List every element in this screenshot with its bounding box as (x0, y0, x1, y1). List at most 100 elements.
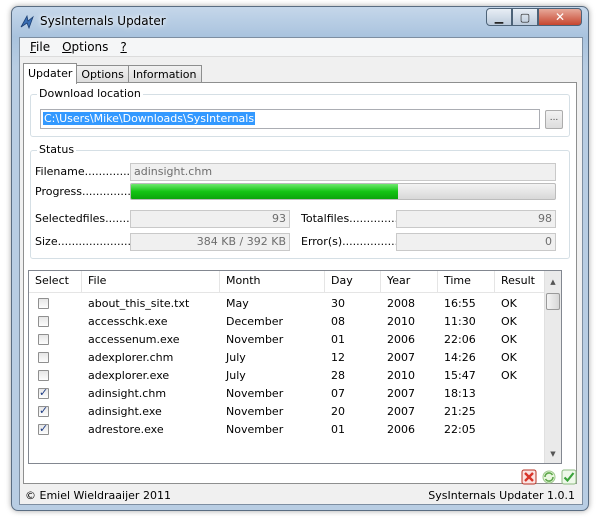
cell-file: adrestore.exe (88, 423, 164, 436)
cell-day: 07 (331, 387, 345, 400)
row-checkbox[interactable] (38, 352, 49, 363)
row-checkbox[interactable] (38, 316, 49, 327)
row-checkbox[interactable] (38, 298, 49, 309)
cell-year: 2007 (387, 351, 415, 364)
cell-file: accessenum.exe (88, 333, 180, 346)
column-header-file[interactable]: File (82, 271, 220, 293)
window-title: SysInternals Updater (40, 14, 166, 28)
column-header-year[interactable]: Year (381, 271, 438, 293)
column-header-day[interactable]: Day (325, 271, 381, 293)
cell-result: OK (501, 297, 517, 310)
row-select-cell (29, 403, 82, 421)
cell-day: 12 (331, 351, 345, 364)
cell-day: 30 (331, 297, 345, 310)
row-select-cell (29, 349, 82, 367)
ok-button[interactable] (560, 468, 578, 486)
column-header-time[interactable]: Time (438, 271, 495, 293)
cell-file: adexplorer.exe (88, 369, 170, 382)
maximize-icon: ▢ (519, 10, 531, 24)
vertical-scrollbar[interactable]: ▲ ▼ (544, 271, 561, 463)
cell-file: about_this_site.txt (88, 297, 190, 310)
tab-strip: Updater Options Information (23, 63, 202, 84)
table-row[interactable]: adinsight.exe November 20 2007 21:25 (29, 403, 561, 421)
action-buttons (520, 468, 578, 486)
close-icon: ✕ (554, 10, 566, 24)
version-text: SysInternals Updater 1.0.1 (428, 489, 575, 502)
progress-fill (131, 184, 399, 199)
tab-information[interactable]: Information (127, 65, 202, 83)
cell-result: OK (501, 351, 517, 364)
table-row[interactable]: accesschk.exe December 08 2010 11:30 OK (29, 313, 561, 331)
table-row[interactable]: adrestore.exe November 01 2006 22:05 (29, 421, 561, 439)
status-group: Status Filename.................... adin… (30, 143, 570, 259)
cell-time: 14:26 (444, 351, 476, 364)
cell-time: 21:25 (444, 405, 476, 418)
file-list[interactable]: Select File Month Day Year Time Result a… (28, 270, 562, 464)
download-path-input[interactable]: C:\Users\Mike\Downloads\SysInternals (40, 109, 540, 129)
download-location-group: Download location C:\Users\Mike\Download… (30, 87, 570, 137)
errors-field: 0 (396, 233, 556, 251)
row-checkbox[interactable] (38, 370, 49, 381)
cancel-button[interactable] (520, 468, 538, 486)
row-select-cell (29, 313, 82, 331)
cell-time: 22:06 (444, 333, 476, 346)
app-icon (20, 14, 34, 30)
table-row[interactable]: about_this_site.txt May 30 2008 16:55 OK (29, 295, 561, 313)
cell-day: 20 (331, 405, 345, 418)
cell-year: 2006 (387, 333, 415, 346)
refresh-icon (542, 470, 556, 484)
cell-result (495, 403, 544, 421)
status-label: Status (37, 143, 77, 156)
menu-options[interactable]: Options (56, 38, 114, 56)
row-select-cell (29, 367, 82, 385)
tab-updater[interactable]: Updater (23, 63, 78, 84)
checkmark-icon (561, 469, 577, 485)
status-bar: © Emiel Wieldraaijer 2011 SysInternals U… (20, 485, 582, 505)
table-row[interactable]: adinsight.chm November 07 2007 18:13 (29, 385, 561, 403)
cell-time: 11:30 (444, 315, 476, 328)
table-row[interactable]: adexplorer.exe July 28 2010 15:47 OK (29, 367, 561, 385)
author-text: © Emiel Wieldraaijer 2011 (25, 489, 171, 502)
maximize-button[interactable]: ▢ (512, 8, 538, 26)
cell-year: 2007 (387, 405, 415, 418)
cell-year: 2006 (387, 423, 415, 436)
cell-day: 28 (331, 369, 345, 382)
size-field: 384 KB / 392 KB (130, 233, 290, 251)
cell-result: OK (501, 315, 517, 328)
row-checkbox[interactable] (38, 424, 49, 435)
cell-file: adexplorer.chm (88, 351, 174, 364)
table-row[interactable]: adexplorer.chm July 12 2007 14:26 OK (29, 349, 561, 367)
title-bar[interactable]: SysInternals Updater ▁ ▢ ✕ (12, 7, 588, 37)
browse-button[interactable]: ... (545, 110, 563, 129)
menu-help[interactable]: ? (114, 38, 132, 56)
scroll-up-icon[interactable]: ▲ (545, 274, 561, 290)
cell-result (495, 385, 544, 403)
row-checkbox[interactable] (38, 406, 49, 417)
minimize-button[interactable]: ▁ (486, 8, 512, 26)
scroll-down-icon[interactable]: ▼ (545, 446, 561, 462)
cell-day: 08 (331, 315, 345, 328)
scroll-thumb[interactable] (546, 293, 560, 310)
column-header-month[interactable]: Month (220, 271, 325, 293)
cell-time: 18:13 (444, 387, 476, 400)
cell-month: December (226, 315, 284, 328)
row-select-cell (29, 295, 82, 313)
cell-result: OK (501, 333, 517, 346)
download-location-label: Download location (37, 87, 143, 100)
totalfiles-field: 98 (396, 210, 556, 228)
menu-file[interactable]: File (24, 38, 56, 56)
tab-options[interactable]: Options (76, 65, 129, 83)
cell-month: July (226, 369, 246, 382)
column-header-select[interactable]: Select (29, 271, 82, 293)
cell-day: 01 (331, 423, 345, 436)
app-window: SysInternals Updater ▁ ▢ ✕ File Options … (11, 6, 589, 511)
table-row[interactable]: accessenum.exe November 01 2006 22:06 OK (29, 331, 561, 349)
column-header-result[interactable]: Result (495, 271, 544, 293)
filename-field: adinsight.chm (130, 163, 556, 181)
updater-panel: Download location C:\Users\Mike\Download… (23, 82, 578, 486)
refresh-button[interactable] (540, 468, 558, 486)
row-checkbox[interactable] (38, 388, 49, 399)
close-button[interactable]: ✕ (538, 8, 582, 26)
cell-year: 2010 (387, 315, 415, 328)
row-checkbox[interactable] (38, 334, 49, 345)
